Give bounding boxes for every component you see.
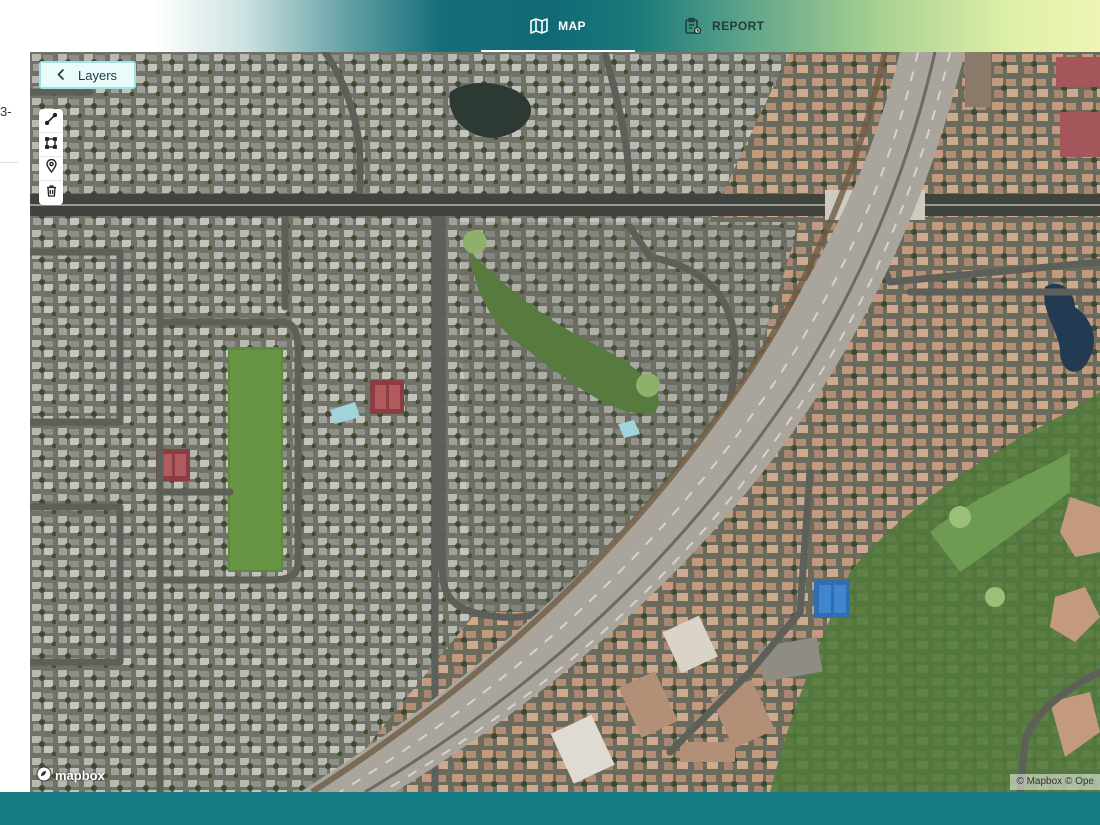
layers-button-label: Layers — [78, 67, 118, 83]
side-panel-fragment: 3- — [0, 104, 12, 119]
tab-report-label: REPORT — [712, 19, 765, 33]
top-header: MAP REPORT — [0, 0, 1100, 52]
draw-polygon-tool[interactable] — [39, 133, 63, 157]
add-marker-tool[interactable] — [39, 157, 63, 181]
map-attribution[interactable]: © Mapbox © Ope — [1010, 774, 1100, 790]
chevron-left-icon — [57, 68, 64, 83]
draw-toolbar — [39, 109, 63, 205]
clipboard-report-icon — [684, 17, 702, 35]
delete-tool[interactable] — [39, 181, 63, 205]
satellite-imagery — [30, 52, 1100, 792]
mapbox-logo-text: mapbox — [55, 768, 105, 783]
layers-button[interactable]: Layers — [39, 61, 136, 89]
tab-report[interactable]: REPORT — [684, 0, 764, 52]
tab-map-label: MAP — [558, 19, 586, 33]
trash-icon — [46, 184, 57, 202]
line-icon — [44, 112, 58, 130]
map-canvas[interactable]: Layers mapbox © Mapbox © Ope — [30, 52, 1100, 792]
mapbox-logo-icon — [36, 766, 52, 785]
mapbox-logo[interactable]: mapbox — [36, 766, 105, 785]
draw-line-tool[interactable] — [39, 109, 63, 133]
tab-map[interactable]: MAP — [481, 0, 635, 52]
side-panel-divider — [0, 162, 18, 163]
footer-bar — [0, 792, 1100, 825]
pin-icon — [45, 158, 57, 178]
map-icon — [530, 18, 548, 34]
polygon-icon — [45, 136, 57, 154]
